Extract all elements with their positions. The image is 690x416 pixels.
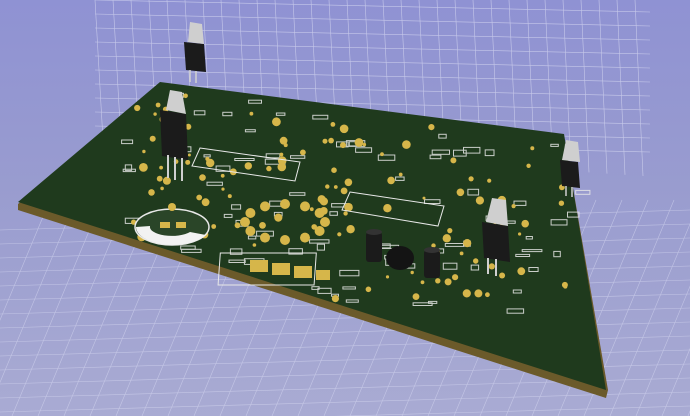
3d-viewer-canvas[interactable] <box>0 0 690 416</box>
to220-regulator-back-left[interactable] <box>184 22 206 83</box>
crystal-icon[interactable] <box>386 246 414 270</box>
pcb-3d-scene[interactable] <box>0 0 690 416</box>
dip-ic-icon[interactable] <box>424 247 440 278</box>
electrolytic-capacitor-icon[interactable] <box>366 229 382 262</box>
